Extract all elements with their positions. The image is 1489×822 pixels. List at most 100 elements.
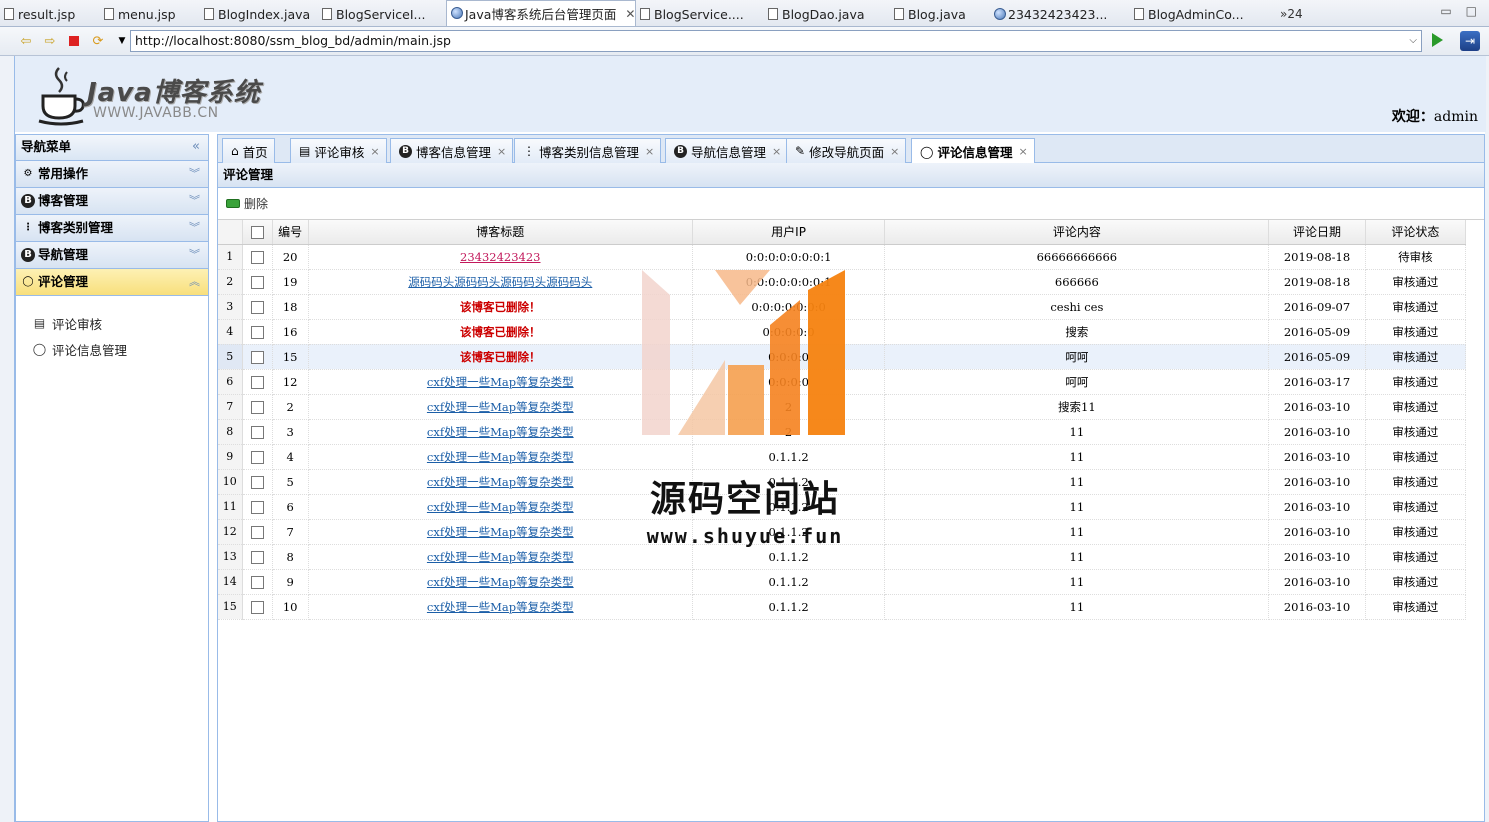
blog-title-link[interactable]: cxf处理一些Map等复杂类型 — [427, 600, 574, 614]
main-tab[interactable]: ✎ 修改导航页面 × — [786, 138, 907, 163]
table-row[interactable]: 3 18 该博客已删除！ 0:0:0:0:0:0:0 ceshi ces 2016-09-… — [218, 294, 1467, 320]
close-icon[interactable]: × — [1018, 145, 1027, 158]
main-tab[interactable]: ◯ 评论信息管理 × — [911, 138, 1035, 164]
back-icon[interactable]: ⇦ — [18, 33, 34, 49]
blog-title-link[interactable]: 23432423423 — [460, 250, 540, 264]
close-icon[interactable]: ✕ — [625, 7, 635, 21]
blog-title-link[interactable]: cxf处理一些Map等复杂类型 — [427, 550, 574, 564]
blog-title-link[interactable]: cxf处理一些Map等复杂类型 — [427, 575, 574, 589]
sidebar-item[interactable]: ◯ 评论信息管理 — [32, 336, 208, 362]
row-checkbox[interactable] — [250, 500, 264, 514]
chevron-down-icon[interactable]: ︾ — [189, 215, 200, 241]
table-row[interactable]: 9 4 cxf处理一些Map等复杂类型 0.1.1.2 11 2016-03-10 审核通过 — [218, 444, 1467, 470]
blog-title-link[interactable]: cxf处理一些Map等复杂类型 — [427, 375, 574, 389]
col-content[interactable]: 评论内容 — [884, 220, 1270, 245]
editor-tab[interactable]: BlogServiceI... — [318, 2, 446, 26]
editor-tab-label: Java博客系统后台管理页面 — [465, 7, 617, 22]
maximize-icon[interactable]: □ — [1466, 4, 1477, 18]
row-checkbox[interactable] — [250, 275, 264, 289]
minimize-icon[interactable]: ▭ — [1440, 4, 1451, 18]
col-user-ip[interactable]: 用户IP — [692, 220, 886, 245]
chevron-down-icon[interactable]: ︾ — [189, 242, 200, 268]
table-row[interactable]: 5 15 该博客已删除！ 0:0:0:0 呵呵 2016-05-09 审核通过 — [218, 344, 1467, 370]
col-id[interactable]: 编号 — [272, 220, 309, 245]
main-tab[interactable]: B 博客信息管理 × — [390, 138, 514, 163]
history-dropdown-icon[interactable]: ▼ — [114, 33, 130, 49]
table-row[interactable]: 13 8 cxf处理一些Map等复杂类型 0.1.1.2 11 2016-03-10 审核通… — [218, 544, 1467, 570]
row-checkbox[interactable] — [250, 400, 264, 414]
blog-title-link[interactable]: cxf处理一些Map等复杂类型 — [427, 400, 574, 414]
row-checkbox[interactable] — [250, 525, 264, 539]
close-icon[interactable]: × — [497, 145, 506, 158]
blog-title-link[interactable]: cxf处理一些Map等复杂类型 — [427, 450, 574, 464]
table-row[interactable]: 11 6 cxf处理一些Map等复杂类型 0.1.1.2 11 2016-03-10 审核通… — [218, 494, 1467, 520]
main-tab[interactable]: ▤ 评论审核 × — [290, 138, 387, 163]
col-status[interactable]: 评论状态 — [1365, 220, 1467, 245]
editor-tab[interactable]: BlogService.... — [636, 2, 764, 26]
sidebar-section-3[interactable]: ⋮ 博客类别管理 ︾ — [16, 215, 208, 242]
table-row[interactable]: 12 7 cxf处理一些Map等复杂类型 0.1.1.2 11 2016-03-10 审核通… — [218, 519, 1467, 545]
sidebar-section-1[interactable]: ⚙ 常用操作 ︾ — [16, 161, 208, 188]
sidebar-section-2[interactable]: B 博客管理 ︾ — [16, 188, 208, 215]
row-checkbox[interactable] — [250, 375, 264, 389]
chevron-up-icon[interactable]: ︽ — [189, 269, 200, 295]
col-blog-title[interactable]: 博客标题 — [308, 220, 693, 245]
editor-tab[interactable]: Blog.java — [890, 2, 990, 26]
stop-icon[interactable] — [66, 33, 82, 49]
go-icon[interactable] — [1432, 33, 1443, 47]
select-all-checkbox[interactable] — [250, 225, 264, 239]
close-icon[interactable]: × — [890, 145, 899, 158]
row-checkbox[interactable] — [250, 250, 264, 264]
url-input[interactable]: http://localhost:8080/ssm_blog_bd/admin/… — [130, 30, 1422, 52]
editor-tab[interactable]: BlogAdminCo... — [1130, 2, 1270, 26]
external-browser-icon[interactable]: ⇥ — [1460, 31, 1480, 51]
chevron-down-icon[interactable]: ︾ — [189, 161, 200, 187]
table-row[interactable]: 6 12 cxf处理一些Map等复杂类型 0:0:0:0 呵呵 2016-03-17 审核通… — [218, 369, 1467, 395]
row-checkbox[interactable] — [250, 325, 264, 339]
row-checkbox[interactable] — [250, 300, 264, 314]
collapse-sidebar-icon[interactable]: « — [192, 135, 200, 159]
blog-title-link[interactable]: cxf处理一些Map等复杂类型 — [427, 525, 574, 539]
delete-button[interactable]: 删除 — [226, 195, 268, 212]
chevron-down-icon[interactable]: ︾ — [189, 188, 200, 214]
table-row[interactable]: 7 2 cxf处理一些Map等复杂类型 2 搜索11 2016-03-10 审核通过 — [218, 394, 1467, 420]
table-row[interactable]: 14 9 cxf处理一些Map等复杂类型 0.1.1.2 11 2016-03-10 审核通… — [218, 569, 1467, 595]
editor-tab[interactable]: BlogIndex.java — [200, 2, 318, 26]
close-icon[interactable]: × — [370, 145, 379, 158]
table-row[interactable]: 1 20 23432423423 0:0:0:0:0:0:0:1 66666666666… — [218, 244, 1467, 270]
url-dropdown-icon[interactable]: ⌵ — [1409, 31, 1417, 51]
row-checkbox[interactable] — [250, 575, 264, 589]
blog-title-link[interactable]: cxf处理一些Map等复杂类型 — [427, 500, 574, 514]
blog-title-link[interactable]: 源码码头源码码头源码码头源码码头 — [408, 275, 592, 289]
forward-icon[interactable]: ⇨ — [42, 33, 58, 49]
editor-tab[interactable]: 23432423423... — [990, 2, 1130, 26]
blog-title-link[interactable]: cxf处理一些Map等复杂类型 — [427, 425, 574, 439]
refresh-icon[interactable]: ⟳ — [90, 33, 106, 49]
table-row[interactable]: 2 19 源码码头源码码头源码码头源码码头 0:0:0:0:0:0:0:1 666666… — [218, 269, 1467, 295]
editor-tab[interactable]: BlogDao.java — [764, 2, 890, 26]
col-date[interactable]: 评论日期 — [1268, 220, 1366, 245]
row-checkbox[interactable] — [250, 475, 264, 489]
editor-tab[interactable]: Java博客系统后台管理页面 ✕ — [446, 0, 636, 26]
close-icon[interactable]: × — [645, 145, 654, 158]
row-checkbox[interactable] — [250, 450, 264, 464]
sidebar-section-4[interactable]: B 导航管理 ︾ — [16, 242, 208, 269]
table-row[interactable]: 10 5 cxf处理一些Map等复杂类型 0.1.1.2 11 2016-03-10 审核通… — [218, 469, 1467, 495]
row-checkbox[interactable] — [250, 600, 264, 614]
table-row[interactable]: 15 10 cxf处理一些Map等复杂类型 0.1.1.2 11 2016-03-10 审核… — [218, 594, 1467, 620]
main-tab[interactable]: ⋮ 博客类别信息管理 × — [514, 138, 662, 163]
row-checkbox[interactable] — [250, 350, 264, 364]
sidebar-section-5[interactable]: ◯ 评论管理 ︽ — [16, 269, 208, 296]
sidebar-item[interactable]: ▤ 评论审核 — [32, 310, 208, 336]
main-tab[interactable]: ⌂ 首页 — [222, 138, 275, 163]
tab-overflow-indicator[interactable]: »24 — [1280, 2, 1303, 26]
table-row[interactable]: 8 3 cxf处理一些Map等复杂类型 2 11 2016-03-10 审核通过 — [218, 419, 1467, 445]
main-tab[interactable]: B 导航信息管理 × — [665, 138, 789, 163]
editor-tab[interactable]: result.jsp — [0, 2, 100, 26]
row-checkbox[interactable] — [250, 550, 264, 564]
row-checkbox[interactable] — [250, 425, 264, 439]
editor-tab[interactable]: menu.jsp — [100, 2, 200, 26]
blog-title-link[interactable]: cxf处理一些Map等复杂类型 — [427, 475, 574, 489]
table-row[interactable]: 4 16 该博客已删除！ 0:0:0:0:0 搜索 2016-05-09 审核通过 — [218, 319, 1467, 345]
close-icon[interactable]: × — [772, 145, 781, 158]
